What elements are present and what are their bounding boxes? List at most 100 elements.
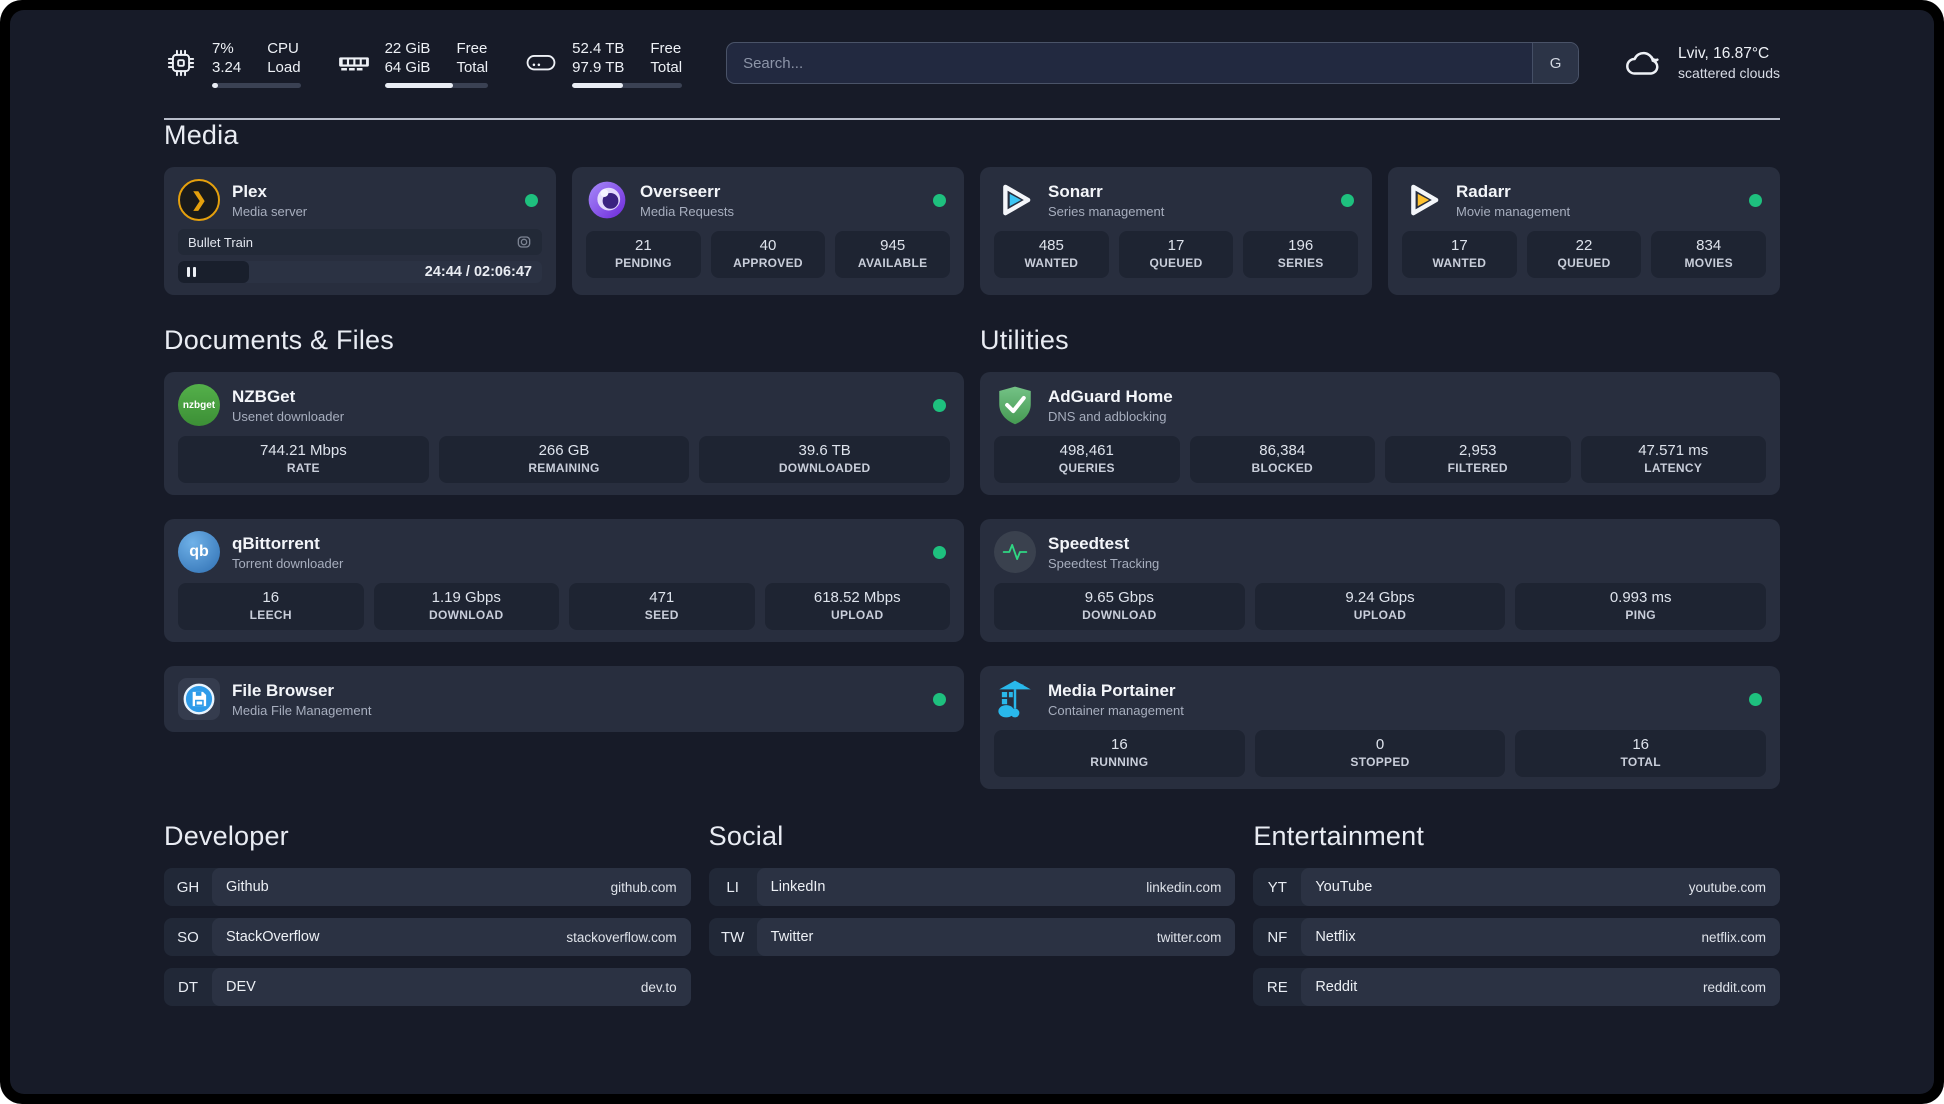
stat-seed: 471 SEED — [569, 583, 755, 630]
bookmark-prefix: LI — [726, 878, 739, 896]
utilities-column: Utilities AdGuard Home DNS and adblockin… — [980, 325, 1780, 789]
system-stats: 7% CPU 3.24 Load 22 GiB Free 64 GiB Tota… — [164, 39, 683, 88]
ram-icon — [337, 46, 371, 80]
section-title-social: Social — [708, 821, 784, 851]
status-online-dot — [933, 692, 946, 706]
stat-queries: 498,461 QUERIES — [994, 436, 1180, 483]
disk-icon — [524, 46, 558, 80]
bookmark-github[interactable]: GH Github github.com — [164, 868, 691, 906]
bookmark-prefix: SO — [177, 928, 199, 946]
app-name: AdGuard Home — [1048, 386, 1173, 406]
bookmark-prefix: DT — [178, 978, 198, 996]
search-input[interactable] — [726, 42, 1580, 84]
bookmark-domain: reddit.com — [1702, 979, 1766, 995]
bookmark-reddit[interactable]: RE Reddit reddit.com — [1253, 968, 1780, 1006]
ram-total-value: 64 GiB — [384, 58, 431, 76]
app-name: Overseerr — [640, 181, 721, 201]
stat-stopped: 0 STOPPED — [1254, 730, 1506, 777]
app-subtitle: Container management — [1048, 702, 1184, 718]
app-name: Media Portainer — [1048, 680, 1176, 700]
section-title-utilities: Utilities — [980, 325, 1069, 355]
bookmark-domain: github.com — [610, 879, 677, 895]
disk-total-label: Total — [650, 58, 683, 76]
stat-remaining: 266 GB REMAINING — [438, 436, 690, 483]
stat-wanted: 485 WANTED — [994, 231, 1109, 278]
bookmark-stackoverflow[interactable]: SO StackOverflow stackoverflow.com — [164, 918, 691, 956]
playback-time: 24:44 / 02:06:47 — [424, 264, 532, 280]
app-name: Sonarr — [1048, 181, 1103, 201]
app-card-speedtest[interactable]: Speedtest Speedtest Tracking 9.65 Gbps DO… — [980, 519, 1780, 642]
app-subtitle: Series management — [1048, 203, 1165, 219]
adguard-icon — [994, 384, 1036, 426]
sonarr-icon — [994, 179, 1036, 221]
app-card-filebrowser[interactable]: File Browser Media File Management — [164, 666, 964, 732]
bookmark-name: LinkedIn — [770, 879, 826, 895]
bookmark-linkedin[interactable]: LI LinkedIn linkedin.com — [708, 868, 1236, 906]
status-online-dot — [1341, 193, 1354, 207]
app-subtitle: Torrent downloader — [232, 555, 344, 571]
status-online-dot — [933, 193, 946, 207]
weather-condition: scattered clouds — [1678, 65, 1780, 81]
app-card-adguard[interactable]: AdGuard Home DNS and adblocking 498,461 Q… — [980, 372, 1780, 495]
bookmarks-social: Social LI LinkedIn linkedin.com TW Twitt… — [708, 821, 1236, 1006]
search-engine-button[interactable]: G — [1532, 43, 1579, 83]
bookmark-name: Github — [226, 879, 269, 895]
bookmark-netflix[interactable]: NF Netflix netflix.com — [1253, 918, 1780, 956]
video-camera-icon — [517, 236, 531, 248]
weather-location-temp: Lviv, 16.87°C — [1678, 45, 1770, 62]
stat-queued: 22 QUEUED — [1526, 231, 1642, 278]
media-grid: ❯ Plex Media server Bullet Train 24:44 /… — [164, 167, 1780, 295]
app-card-radarr[interactable]: Radarr Movie management 17 WANTED 22 QUEUE… — [1388, 167, 1780, 295]
ram-progress-bar — [384, 82, 489, 88]
bookmark-prefix: GH — [176, 878, 200, 896]
disk-stat: 52.4 TB Free 97.9 TB Total — [524, 39, 683, 88]
app-card-portainer[interactable]: Media Portainer Container management 16 R… — [980, 666, 1780, 789]
app-name: Radarr — [1456, 181, 1511, 201]
ram-free-label: Free — [456, 39, 488, 57]
bookmark-twitter[interactable]: TW Twitter twitter.com — [708, 918, 1236, 956]
bookmarks-developer: Developer GH Github github.com SO StackO… — [164, 821, 691, 1006]
bookmark-domain: linkedin.com — [1146, 879, 1222, 895]
ram-stat: 22 GiB Free 64 GiB Total — [337, 39, 489, 88]
stat-total: 16 TOTAL — [1515, 730, 1767, 777]
app-subtitle: Media File Management — [232, 702, 372, 718]
status-online-dot — [933, 545, 946, 559]
pause-icon[interactable] — [187, 267, 196, 277]
app-subtitle: Media server — [232, 203, 308, 219]
bookmark-domain: stackoverflow.com — [566, 929, 677, 945]
dashboard-page: 7% CPU 3.24 Load 22 GiB Free 64 GiB Tota… — [10, 10, 1934, 1094]
app-card-sonarr[interactable]: Sonarr Series management 485 WANTED 17 QUE… — [980, 167, 1372, 295]
bookmark-name: DEV — [226, 979, 256, 995]
stat-wanted: 17 WANTED — [1402, 231, 1517, 278]
status-online-dot — [525, 193, 538, 207]
documents-column: Documents & Files nzbget NZBGet Usenet d… — [164, 325, 964, 789]
bookmark-prefix: TW — [720, 928, 745, 946]
bookmark-name: YouTube — [1315, 879, 1373, 895]
bookmark-dev[interactable]: DT DEV dev.to — [164, 968, 691, 1006]
bookmark-domain: twitter.com — [1156, 929, 1222, 945]
search-bar: G — [726, 42, 1580, 84]
bookmark-youtube[interactable]: YT YouTube youtube.com — [1253, 868, 1780, 906]
qbittorrent-icon: qb — [178, 531, 220, 573]
playback-elapsed — [178, 261, 249, 283]
stat-filtered: 2,953 FILTERED — [1385, 436, 1571, 483]
topbar: 7% CPU 3.24 Load 22 GiB Free 64 GiB Tota… — [164, 34, 1780, 92]
app-card-plex[interactable]: ❯ Plex Media server Bullet Train 24:44 /… — [164, 167, 556, 295]
app-subtitle: Movie management — [1456, 203, 1571, 219]
bookmark-domain: dev.to — [640, 979, 677, 995]
app-subtitle: DNS and adblocking — [1048, 408, 1167, 424]
app-card-overseerr[interactable]: Overseerr Media Requests 21 PENDING 40 APP… — [572, 167, 964, 295]
stat-upload: 9.24 Gbps UPLOAD — [1254, 583, 1506, 630]
app-name: NZBGet — [232, 386, 296, 406]
now-playing-title-row: Bullet Train — [178, 229, 542, 255]
nzbget-icon: nzbget — [178, 384, 220, 426]
overseerr-icon — [586, 179, 628, 221]
stat-latency: 47.571 ms LATENCY — [1580, 436, 1766, 483]
status-online-dot — [933, 398, 946, 412]
app-card-nzbget[interactable]: nzbget NZBGet Usenet downloader 744.21 M… — [164, 372, 964, 495]
playback-progress-bar[interactable]: 24:44 / 02:06:47 — [178, 261, 542, 283]
app-card-qbittorrent[interactable]: qb qBittorrent Torrent downloader 16 LEEC… — [164, 519, 964, 642]
disk-total-value: 97.9 TB — [572, 58, 625, 76]
bookmark-name: Twitter — [770, 929, 814, 945]
bookmark-domain: netflix.com — [1701, 929, 1766, 945]
